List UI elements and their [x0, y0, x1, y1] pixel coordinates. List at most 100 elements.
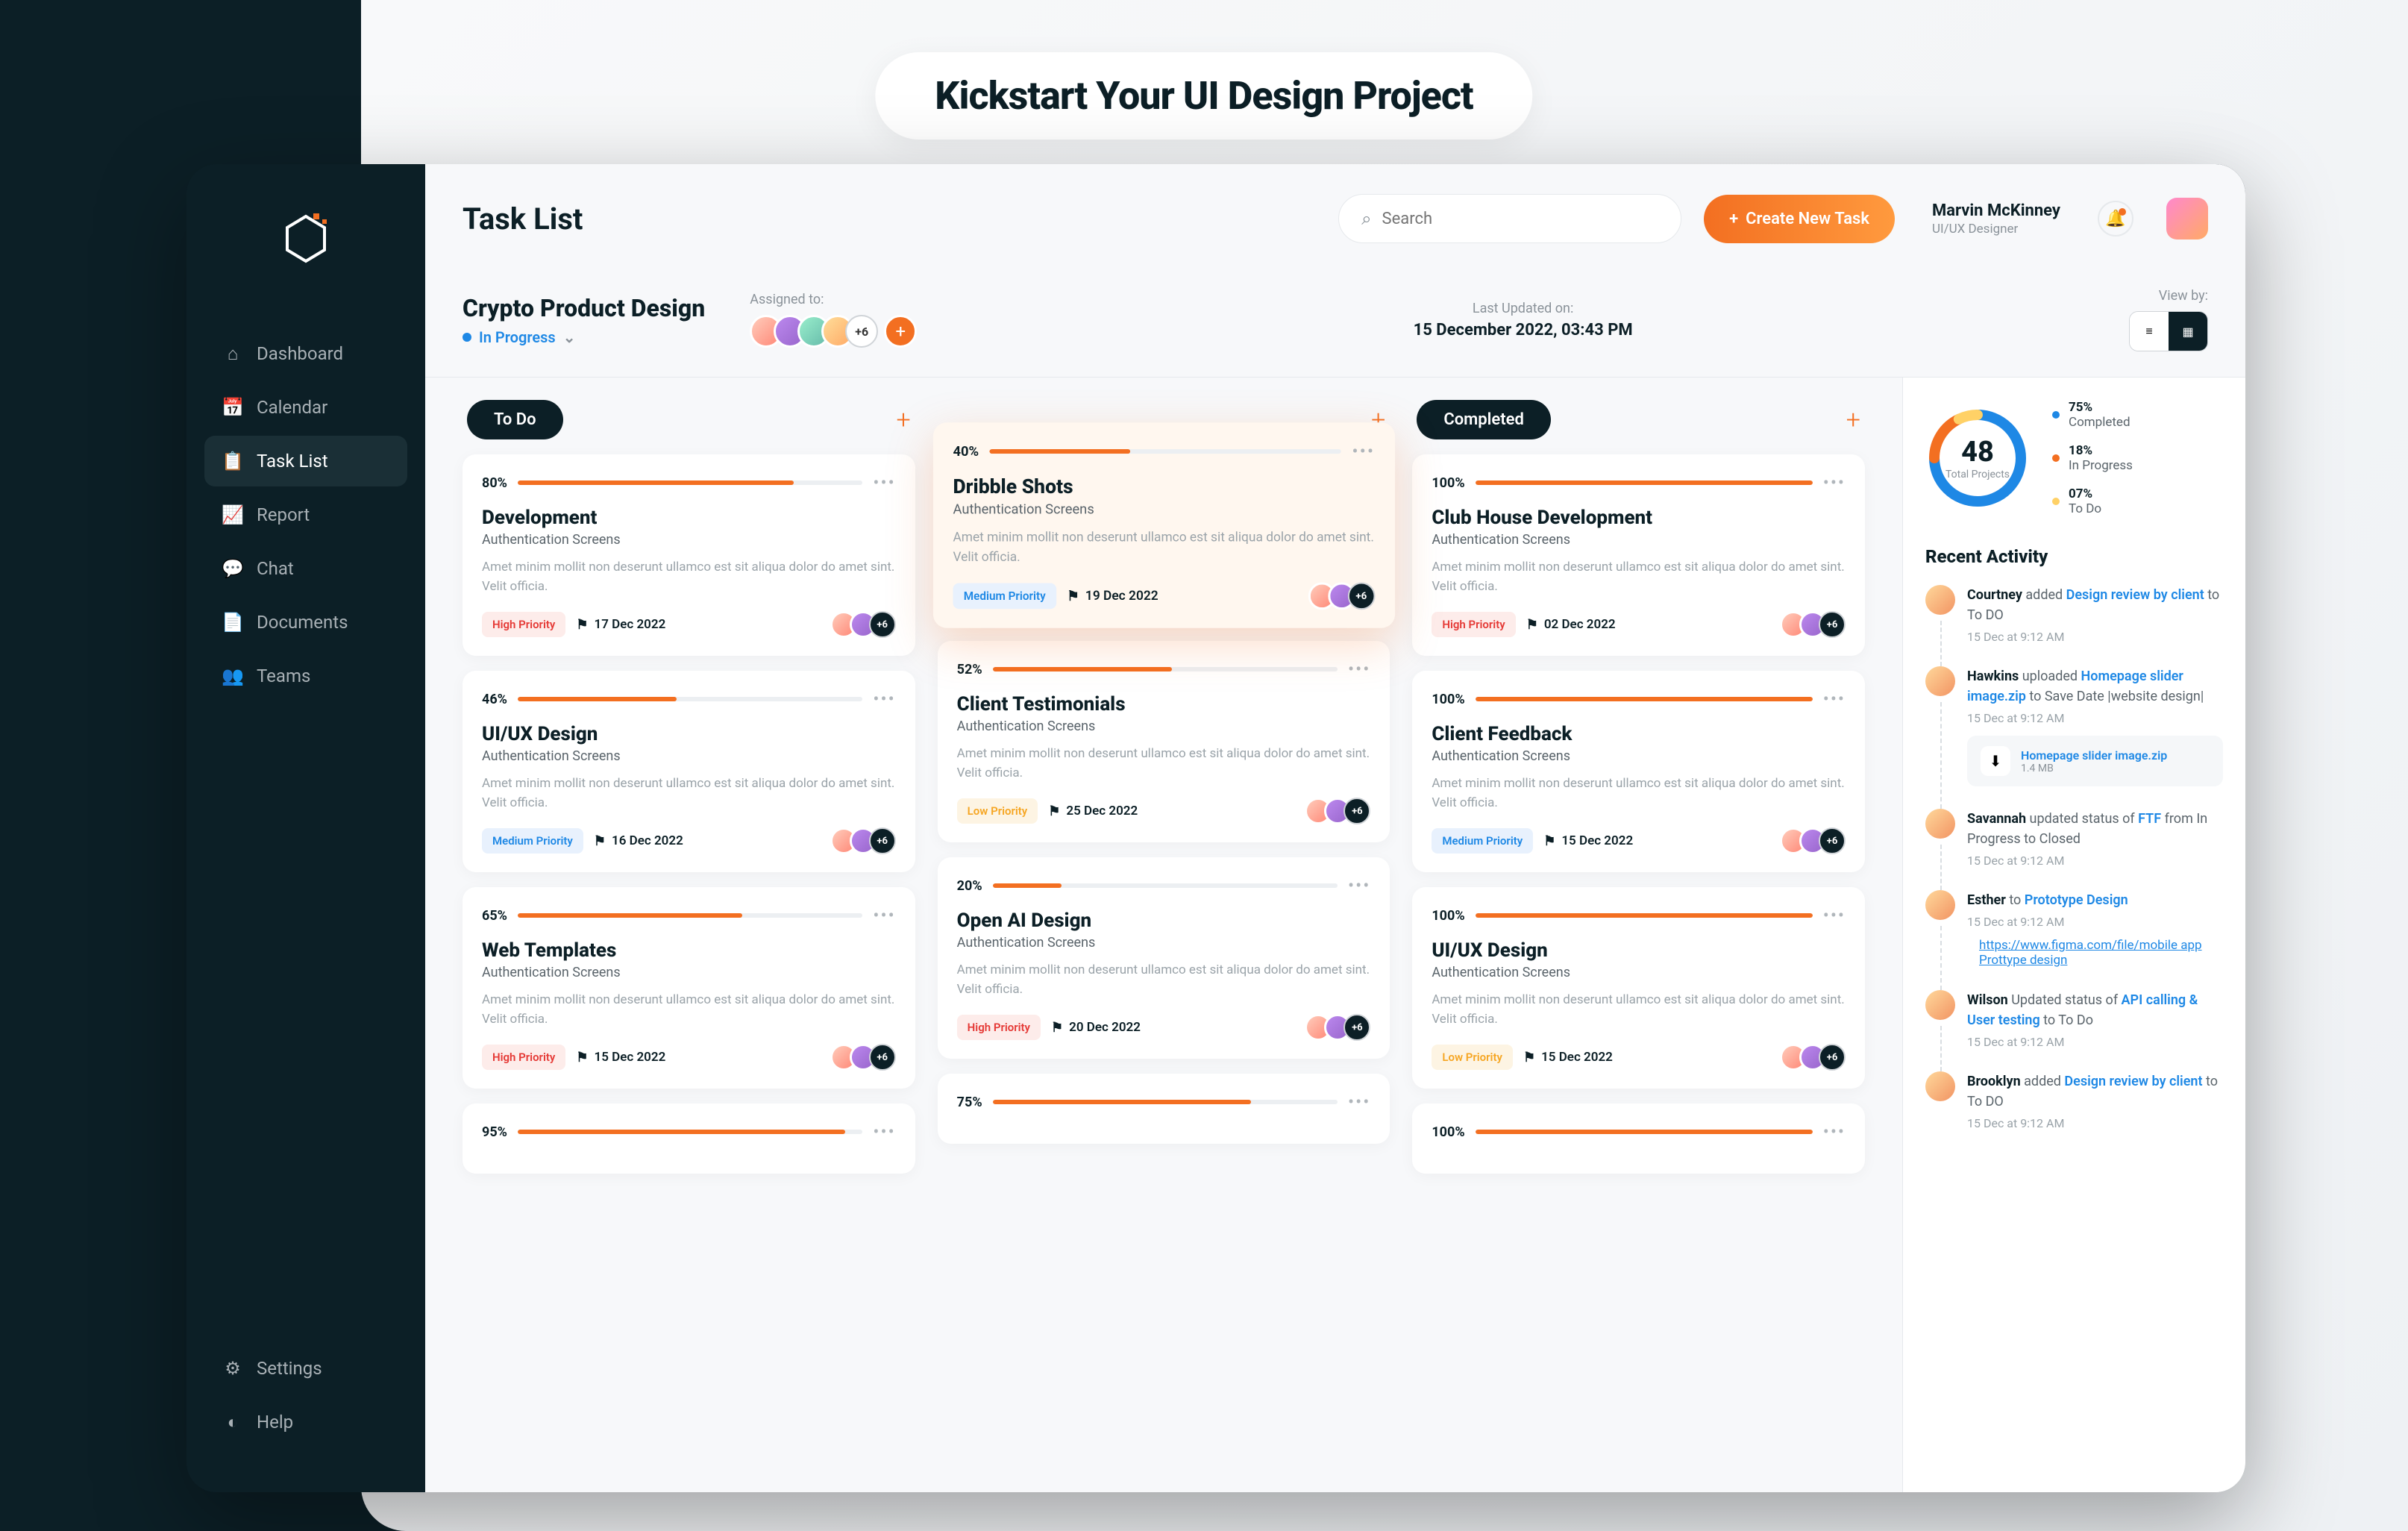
card-avatars[interactable]: +6: [1787, 1044, 1846, 1071]
file-attachment[interactable]: ⬇ Homepage slider image.zip1.4 MB: [1967, 736, 2223, 786]
task-card[interactable]: 65% ••• Web Templates Authentication Scr…: [463, 887, 915, 1089]
card-avatar-more[interactable]: +6: [1343, 1014, 1370, 1041]
activity-body: Wilson Updated status of API calling & U…: [1967, 990, 2223, 1049]
add-card-button[interactable]: +: [896, 405, 910, 435]
task-card[interactable]: 40% ••• Dribble Shots Authentication Scr…: [933, 422, 1395, 627]
search-input[interactable]: [1382, 210, 1659, 228]
notification-bell[interactable]: 🔔: [2098, 201, 2133, 237]
grid-view-button[interactable]: ▦: [2169, 312, 2207, 351]
card-date: ⚑17 Dec 2022: [576, 617, 665, 633]
activity-link[interactable]: Prototype Design: [2025, 892, 2128, 908]
progress-bar: [1476, 1130, 1813, 1134]
progress-pct: 52%: [957, 662, 982, 677]
project-status[interactable]: In Progress ⌄: [463, 328, 705, 346]
task-card[interactable]: 75% •••: [938, 1074, 1390, 1144]
card-menu-icon[interactable]: •••: [1823, 1121, 1846, 1142]
card-avatars[interactable]: +6: [1787, 827, 1846, 854]
nav-help[interactable]: ◐Help: [204, 1397, 407, 1447]
task-card[interactable]: 52% ••• Client Testimonials Authenticati…: [938, 641, 1390, 842]
card-menu-icon[interactable]: •••: [873, 1121, 895, 1142]
assigned-block: Assigned to: +6 +: [750, 292, 917, 348]
card-avatar-more[interactable]: +6: [869, 1044, 896, 1071]
app-logo[interactable]: [276, 209, 336, 269]
card-description: Amet minim mollit non deserunt ullamco e…: [957, 745, 1371, 783]
nav-chat[interactable]: 💬Chat: [204, 543, 407, 594]
card-menu-icon[interactable]: •••: [1823, 689, 1846, 710]
card-avatar-more[interactable]: +6: [869, 827, 896, 854]
assignee-more[interactable]: +6: [845, 315, 878, 348]
card-avatar-more[interactable]: +6: [1347, 583, 1375, 610]
user-block[interactable]: Marvin McKinney UI/UX Designer: [1932, 201, 2060, 237]
add-assignee-button[interactable]: +: [884, 315, 917, 348]
task-card[interactable]: 95% •••: [463, 1103, 915, 1174]
search-box[interactable]: ⌕: [1338, 194, 1681, 243]
activity-url[interactable]: https://www.figma.com/file/mobile app Pr…: [1967, 938, 2223, 968]
card-avatar-more[interactable]: +6: [1343, 798, 1370, 824]
card-avatars[interactable]: +6: [1312, 1014, 1370, 1041]
nav-settings[interactable]: ⚙Settings: [204, 1343, 407, 1394]
card-top: 80% •••: [482, 472, 896, 493]
column-header: Completed +: [1412, 400, 1865, 439]
progress-bar: [518, 697, 862, 701]
card-menu-icon[interactable]: •••: [1348, 875, 1370, 896]
card-description: Amet minim mollit non deserunt ullamco e…: [957, 961, 1371, 999]
card-avatar-more[interactable]: +6: [869, 611, 896, 638]
document-icon: 📄: [222, 612, 243, 633]
activity-item: Brooklyn added Design review by client t…: [1925, 1071, 2223, 1130]
task-card[interactable]: 100% ••• Club House Development Authenti…: [1412, 454, 1865, 656]
card-menu-icon[interactable]: •••: [1348, 1092, 1370, 1112]
activity-link[interactable]: Design review by client: [2064, 1074, 2202, 1089]
card-avatar-more[interactable]: +6: [1819, 827, 1846, 854]
activity-avatar: [1925, 1071, 1955, 1101]
column-title: Completed: [1417, 400, 1551, 439]
assigned-avatars[interactable]: +6 +: [750, 315, 917, 348]
activity-body: Esther to Prototype Design 15 Dec at 9:1…: [1967, 890, 2223, 968]
flag-icon: ⚑: [1051, 1020, 1063, 1036]
card-menu-icon[interactable]: •••: [1823, 905, 1846, 926]
card-avatar-more[interactable]: +6: [1819, 611, 1846, 638]
card-avatars[interactable]: +6: [1312, 798, 1370, 824]
activity-body: Hawkins uploaded Homepage slider image.z…: [1967, 666, 2223, 786]
task-card[interactable]: 20% ••• Open AI Design Authentication Sc…: [938, 857, 1390, 1059]
card-menu-icon[interactable]: •••: [1823, 472, 1846, 493]
task-card[interactable]: 100% ••• UI/UX Design Authentication Scr…: [1412, 887, 1865, 1089]
create-task-button[interactable]: + Create New Task: [1704, 195, 1895, 243]
nav-documents[interactable]: 📄Documents: [204, 597, 407, 648]
nav-task-list[interactable]: 📋Task List: [204, 436, 407, 486]
card-menu-icon[interactable]: •••: [873, 905, 895, 926]
stat-text: 18%In Progress: [2069, 443, 2133, 473]
nav-teams[interactable]: 👥Teams: [204, 651, 407, 701]
card-avatars[interactable]: +6: [1315, 583, 1375, 610]
add-card-button[interactable]: +: [1846, 405, 1860, 435]
task-card[interactable]: 100% •••: [1412, 1103, 1865, 1174]
card-menu-icon[interactable]: •••: [873, 689, 895, 710]
task-card[interactable]: 46% ••• UI/UX Design Authentication Scre…: [463, 671, 915, 872]
card-date: ⚑15 Dec 2022: [576, 1050, 665, 1065]
card-menu-icon[interactable]: •••: [1348, 659, 1370, 680]
card-avatar-more[interactable]: +6: [1819, 1044, 1846, 1071]
list-view-button[interactable]: ≡: [2130, 312, 2169, 351]
activity-time: 15 Dec at 9:12 AM: [1967, 630, 2223, 644]
page-title: Task List: [463, 201, 583, 237]
card-description: Amet minim mollit non deserunt ullamco e…: [482, 774, 896, 813]
card-avatars[interactable]: +6: [1787, 611, 1846, 638]
task-card[interactable]: 80% ••• Development Authentication Scree…: [463, 454, 915, 656]
nav-report[interactable]: 📈Report: [204, 489, 407, 540]
nav-label: Help: [257, 1412, 293, 1433]
card-menu-icon[interactable]: •••: [873, 472, 895, 493]
activity-link[interactable]: FTF: [2138, 811, 2161, 827]
card-menu-icon[interactable]: •••: [1352, 441, 1375, 463]
nav-calendar[interactable]: 📅Calendar: [204, 382, 407, 433]
user-avatar[interactable]: [2166, 198, 2208, 239]
card-avatars[interactable]: +6: [838, 611, 896, 638]
activity-link[interactable]: Design review by client: [2066, 587, 2204, 603]
nav-bottom: ⚙Settings◐Help: [204, 1343, 407, 1447]
view-buttons: ≡ ▦: [2129, 311, 2208, 351]
card-title: Dribble Shots: [953, 476, 1375, 499]
nav-dashboard[interactable]: ⌂Dashboard: [204, 328, 407, 379]
progress-pct: 100%: [1432, 908, 1464, 924]
task-card[interactable]: 100% ••• Client Feedback Authentication …: [1412, 671, 1865, 872]
card-avatars[interactable]: +6: [838, 827, 896, 854]
card-avatars[interactable]: +6: [838, 1044, 896, 1071]
nav-label: Settings: [257, 1358, 322, 1379]
